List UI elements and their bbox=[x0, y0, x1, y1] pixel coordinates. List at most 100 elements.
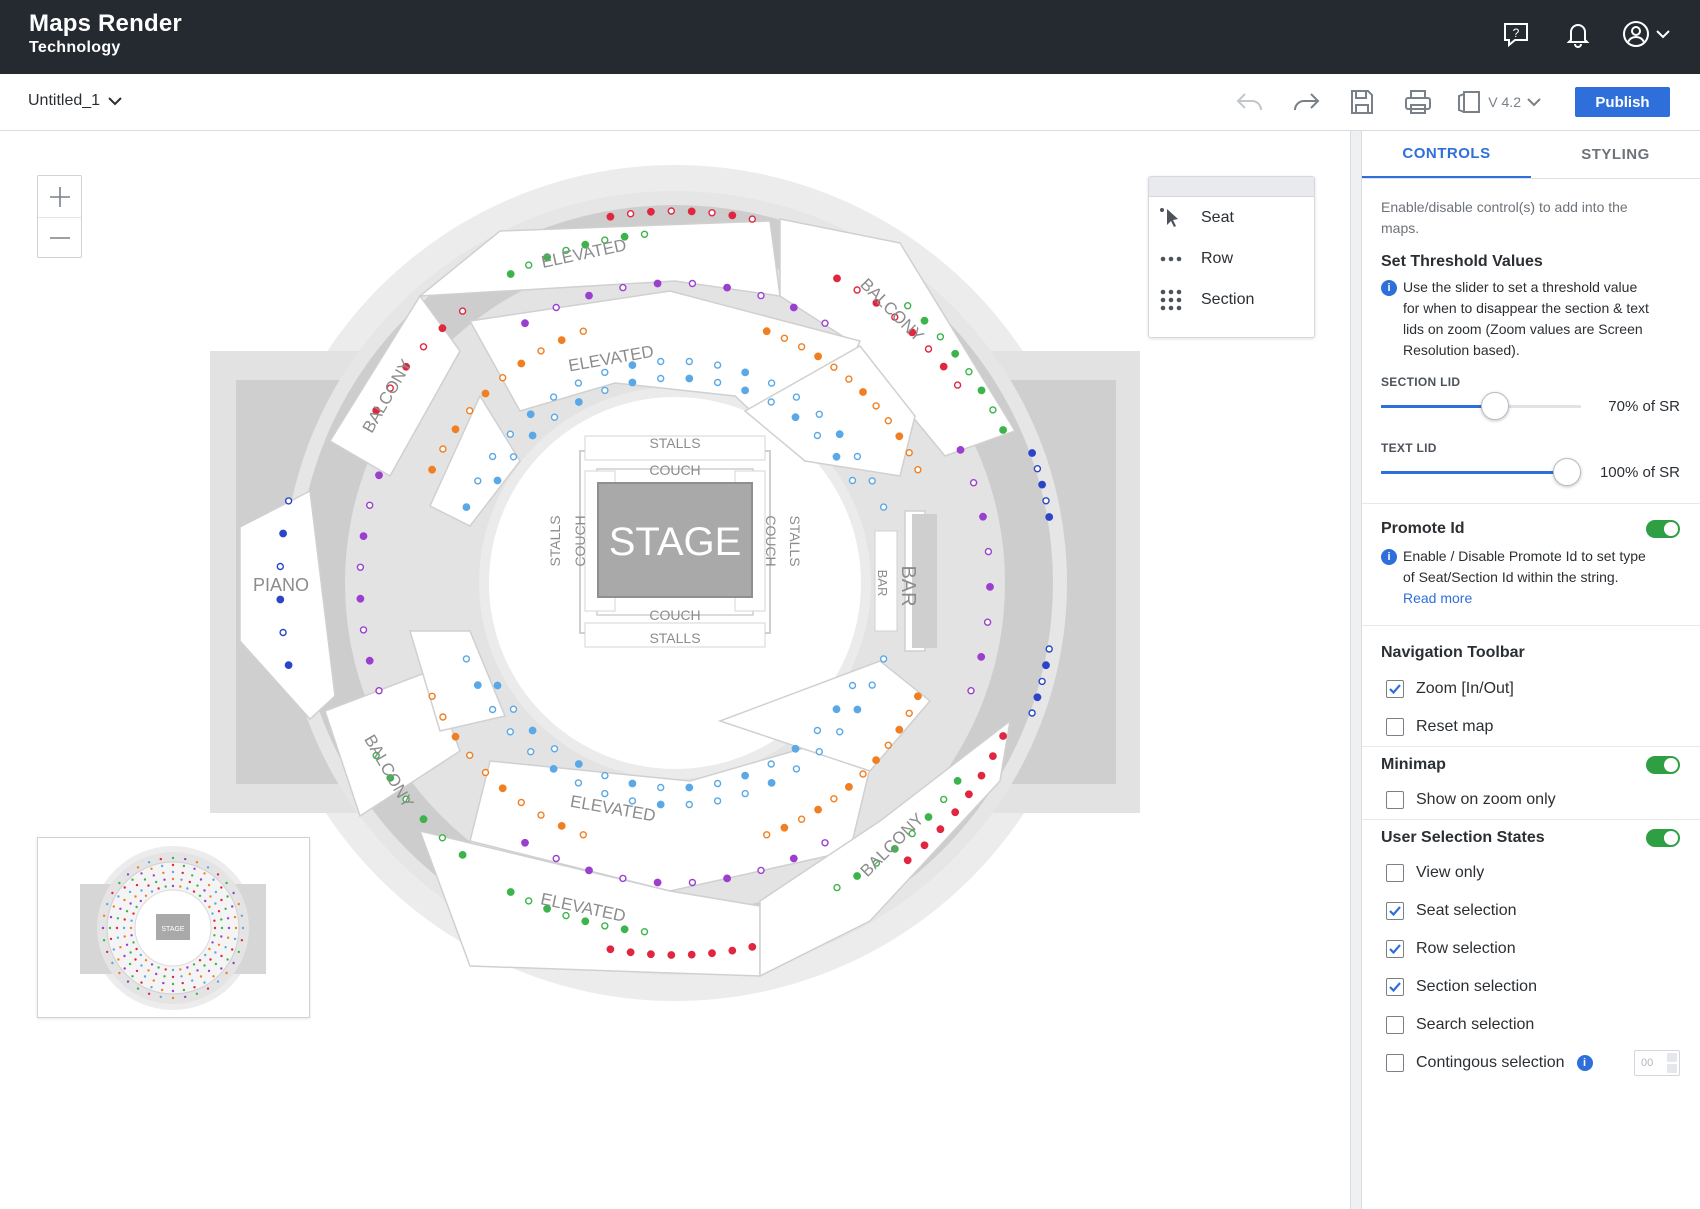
seat[interactable] bbox=[549, 765, 558, 773]
seat[interactable] bbox=[528, 726, 537, 735]
seat[interactable] bbox=[951, 349, 960, 358]
seat[interactable] bbox=[920, 316, 929, 325]
seat[interactable] bbox=[474, 477, 482, 485]
seat[interactable] bbox=[279, 628, 287, 637]
seat[interactable] bbox=[832, 705, 841, 714]
seat[interactable] bbox=[836, 728, 844, 736]
seat[interactable] bbox=[439, 445, 447, 453]
seat[interactable] bbox=[366, 501, 374, 509]
seat[interactable] bbox=[868, 477, 876, 485]
seat[interactable] bbox=[884, 417, 892, 425]
tab-controls[interactable]: CONTROLS bbox=[1362, 131, 1531, 178]
seat[interactable] bbox=[977, 653, 986, 661]
seat[interactable] bbox=[859, 388, 867, 396]
seat[interactable] bbox=[606, 212, 615, 221]
seat[interactable] bbox=[356, 563, 365, 571]
read-more-link[interactable]: Read more bbox=[1403, 590, 1472, 606]
seat[interactable] bbox=[537, 347, 545, 355]
seat[interactable] bbox=[601, 368, 609, 377]
seat[interactable] bbox=[956, 445, 965, 454]
seat[interactable] bbox=[813, 726, 822, 735]
seat[interactable] bbox=[895, 432, 904, 441]
seat[interactable] bbox=[552, 854, 560, 863]
seat[interactable] bbox=[581, 917, 590, 926]
seat[interactable] bbox=[667, 951, 676, 959]
user-selection-toggle[interactable] bbox=[1646, 829, 1680, 847]
tab-styling[interactable]: STYLING bbox=[1531, 131, 1700, 178]
seat[interactable] bbox=[815, 748, 823, 756]
document-title-dropdown[interactable]: Untitled_1 bbox=[28, 92, 122, 110]
seat[interactable] bbox=[657, 357, 665, 366]
seat[interactable] bbox=[428, 692, 436, 700]
seat[interactable] bbox=[359, 626, 368, 634]
seat[interactable] bbox=[466, 751, 474, 759]
seat[interactable] bbox=[458, 307, 467, 315]
seat[interactable] bbox=[953, 381, 962, 389]
seat[interactable] bbox=[585, 291, 593, 300]
minimap[interactable]: STAGE bbox=[37, 837, 310, 1018]
promote-id-toggle[interactable] bbox=[1646, 520, 1680, 538]
seat[interactable] bbox=[872, 756, 880, 764]
checkbox[interactable] bbox=[1386, 978, 1404, 996]
seat[interactable] bbox=[741, 368, 750, 377]
checkbox-view-only[interactable]: View only bbox=[1362, 854, 1700, 892]
seat[interactable] bbox=[853, 872, 861, 880]
seat[interactable] bbox=[708, 209, 716, 217]
seat[interactable] bbox=[517, 359, 526, 368]
seat[interactable] bbox=[983, 618, 992, 626]
seat[interactable] bbox=[723, 283, 731, 292]
seat[interactable] bbox=[853, 705, 862, 714]
checkbox[interactable] bbox=[1386, 791, 1404, 809]
seat[interactable] bbox=[439, 713, 447, 721]
seat[interactable] bbox=[728, 946, 737, 955]
seat[interactable] bbox=[914, 692, 922, 701]
seat[interactable] bbox=[493, 681, 502, 690]
seat[interactable] bbox=[498, 784, 507, 793]
seat[interactable] bbox=[951, 808, 960, 817]
checkbox-show-on-zoom[interactable]: Show on zoom only bbox=[1362, 781, 1700, 819]
seat[interactable] bbox=[767, 760, 775, 768]
seat[interactable] bbox=[473, 681, 482, 689]
seat[interactable] bbox=[688, 279, 697, 288]
seat[interactable] bbox=[525, 897, 533, 905]
seat[interactable] bbox=[967, 687, 975, 695]
seat[interactable] bbox=[1045, 513, 1054, 521]
seat[interactable] bbox=[687, 950, 696, 959]
seat[interactable] bbox=[685, 800, 693, 809]
seat[interactable] bbox=[276, 562, 284, 571]
checkbox[interactable] bbox=[1386, 864, 1404, 882]
seat[interactable] bbox=[986, 582, 994, 591]
seat[interactable] bbox=[574, 398, 583, 406]
redo-icon[interactable] bbox=[1288, 84, 1324, 120]
seat[interactable] bbox=[1038, 677, 1046, 686]
seat[interactable] bbox=[606, 945, 615, 954]
seat[interactable] bbox=[685, 374, 694, 383]
seat[interactable] bbox=[763, 831, 771, 839]
checkbox-section-selection[interactable]: Section selection bbox=[1362, 968, 1700, 1006]
publish-button[interactable]: Publish bbox=[1575, 87, 1670, 117]
seat[interactable] bbox=[521, 319, 529, 328]
seat[interactable] bbox=[833, 274, 841, 283]
seat[interactable] bbox=[1045, 645, 1053, 653]
seat[interactable] bbox=[506, 430, 514, 438]
seat[interactable] bbox=[526, 410, 535, 419]
select-mode-row[interactable]: Row bbox=[1149, 238, 1314, 279]
seat[interactable] bbox=[868, 681, 876, 689]
seat[interactable] bbox=[969, 479, 978, 487]
checkbox[interactable] bbox=[1386, 1016, 1404, 1034]
seat[interactable] bbox=[1038, 480, 1047, 489]
seat[interactable] bbox=[428, 465, 436, 474]
seat[interactable] bbox=[872, 402, 880, 410]
text-lid-slider[interactable] bbox=[1381, 457, 1581, 487]
seat[interactable] bbox=[656, 800, 665, 809]
seat[interactable] bbox=[462, 655, 471, 663]
seat[interactable] bbox=[789, 303, 798, 312]
seat[interactable] bbox=[653, 279, 662, 288]
seat[interactable] bbox=[521, 838, 529, 847]
seat[interactable] bbox=[619, 283, 627, 292]
seat[interactable] bbox=[832, 452, 841, 461]
checkbox-reset-map[interactable]: Reset map bbox=[1362, 708, 1700, 746]
minimap-toggle[interactable] bbox=[1646, 756, 1680, 774]
seat[interactable] bbox=[375, 687, 383, 695]
seat[interactable] bbox=[979, 512, 987, 521]
